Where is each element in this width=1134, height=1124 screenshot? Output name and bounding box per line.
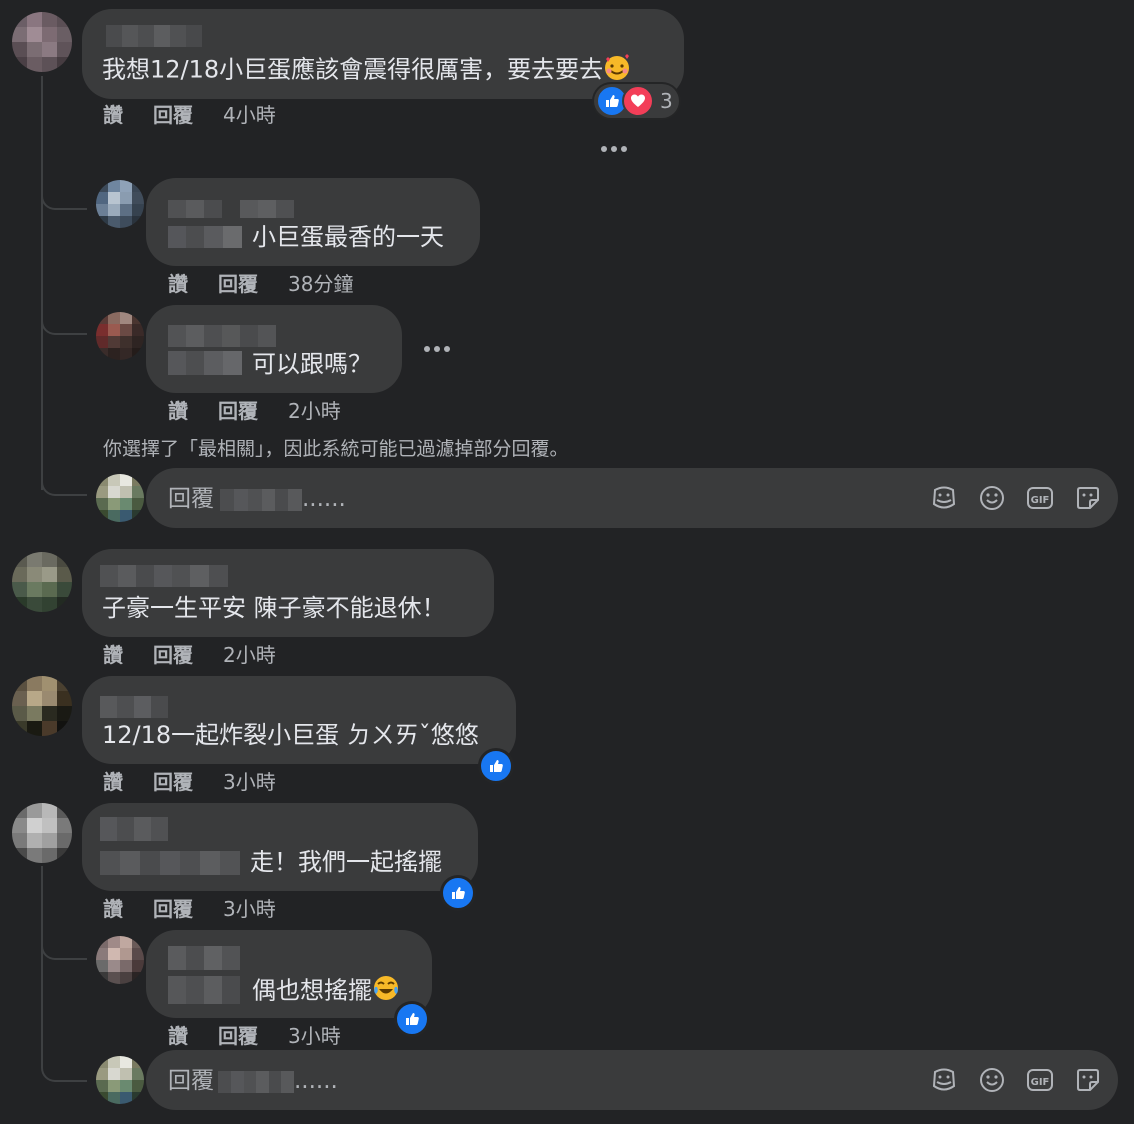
redacted-name [106,25,202,47]
more-options-icon[interactable] [601,146,627,152]
redacted-tag [168,976,240,1004]
reply-button[interactable]: 回覆 [153,643,193,667]
tears-of-joy-icon [372,974,400,1009]
thread-elbow [41,466,87,496]
avatar[interactable] [96,180,144,228]
comment-text: 我想12/18小巨蛋應該會震得很厲害，要去要去 [102,53,631,88]
love-reaction-icon [622,85,654,117]
reply-input[interactable]: 回覆 ...... GIF [146,468,1118,528]
redacted-name [168,200,294,218]
comment-bubble[interactable]: 小巨蛋最香的一天 [146,178,480,266]
like-button[interactable]: 讚 [168,399,188,423]
svg-text:GIF: GIF [1031,1077,1050,1088]
thread-elbow [41,930,87,960]
thread-elbow [41,1052,87,1082]
avatar[interactable] [12,12,72,72]
avatar [96,474,144,522]
thread-line [41,76,43,490]
gif-icon[interactable]: GIF [1026,484,1054,512]
comment-text: 可以跟嗎？ [252,350,372,378]
thread-elbow [41,305,87,335]
reply-tools: GIF [930,484,1102,512]
timestamp[interactable]: 4小時 [223,103,276,127]
avatar-sticker-icon[interactable] [930,484,958,512]
avatar[interactable] [12,552,72,612]
redacted-name [100,565,228,587]
comment-bubble[interactable]: 偶也想搖擺 [146,930,432,1018]
like-reaction-icon[interactable] [478,748,514,784]
redacted-tag [100,851,240,875]
sticker-icon[interactable] [1074,1066,1102,1094]
timestamp[interactable]: 3小時 [288,1024,341,1048]
comment-actions: 讚 回覆 3小時 [103,897,276,921]
avatar[interactable] [96,312,144,360]
comment-actions: 讚 回覆 2小時 [168,399,341,423]
comment-text: 12/18一起炸裂小巨蛋 ㄉㄨㄞˇ悠悠 [102,721,479,749]
like-reaction-icon[interactable] [440,875,476,911]
comment-text: 走！我們一起搖擺 [250,848,442,876]
thread-elbow [41,180,87,210]
comment-actions: 讚 回覆 4小時 [103,103,276,127]
reply-button[interactable]: 回覆 [153,103,193,127]
reply-placeholder: 回覆 ...... [168,1068,338,1094]
comment-actions: 讚 回覆 2小時 [103,643,276,667]
like-reaction-icon[interactable] [394,1001,430,1037]
more-options-icon[interactable] [424,346,450,352]
smiling-face-with-hearts-icon [603,53,631,88]
emoji-icon[interactable] [978,484,1006,512]
reply-button[interactable]: 回覆 [218,1024,258,1048]
avatar[interactable] [12,803,72,863]
redacted-name [218,1070,294,1093]
comment-text: 子豪一生平安 陳子豪不能退休！ [102,594,446,622]
avatar[interactable] [96,936,144,984]
like-button[interactable]: 讚 [103,643,123,667]
comment-text: 偶也想搖擺 [252,974,400,1009]
redacted-name [100,696,168,718]
like-button[interactable]: 讚 [103,770,123,794]
comment-actions: 讚 回覆 3小時 [168,1024,341,1048]
redacted-tag [168,351,242,375]
avatar[interactable] [12,676,72,736]
comment-actions: 讚 回覆 38分鐘 [168,272,353,296]
timestamp[interactable]: 38分鐘 [288,272,353,296]
redacted-name [168,325,276,347]
avatar [96,1056,144,1104]
reply-tools: GIF [930,1066,1102,1094]
like-button[interactable]: 讚 [168,272,188,296]
timestamp[interactable]: 2小時 [223,643,276,667]
timestamp[interactable]: 2小時 [288,399,341,423]
like-button[interactable]: 讚 [168,1024,188,1048]
comment-text: 小巨蛋最香的一天 [252,223,444,251]
reply-button[interactable]: 回覆 [153,897,193,921]
reply-button[interactable]: 回覆 [153,770,193,794]
comment-bubble[interactable]: 我想12/18小巨蛋應該會震得很厲害，要去要去 [82,9,684,99]
thread-line [41,866,43,1056]
emoji-icon[interactable] [978,1066,1006,1094]
reply-placeholder: 回覆 ...... [168,486,346,512]
comment-actions: 讚 回覆 3小時 [103,770,276,794]
timestamp[interactable]: 3小時 [223,770,276,794]
reply-button[interactable]: 回覆 [218,399,258,423]
avatar-sticker-icon[interactable] [930,1066,958,1094]
like-button[interactable]: 讚 [103,897,123,921]
sticker-icon[interactable] [1074,484,1102,512]
svg-text:GIF: GIF [1031,495,1050,506]
filter-notice: 你選擇了「最相關」，因此系統可能已過濾掉部分回覆。 [103,438,569,460]
reply-button[interactable]: 回覆 [218,272,258,296]
comment-bubble[interactable]: 12/18一起炸裂小巨蛋 ㄉㄨㄞˇ悠悠 [82,676,516,764]
comment-bubble[interactable]: 可以跟嗎？ [146,305,402,393]
redacted-name [168,946,240,970]
reaction-count: 3 [660,89,673,113]
redacted-name [100,817,168,841]
gif-icon[interactable]: GIF [1026,1066,1054,1094]
redacted-tag [168,226,242,248]
reactions-summary[interactable]: 3 [594,84,679,118]
comment-bubble[interactable]: 走！我們一起搖擺 [82,803,478,891]
timestamp[interactable]: 3小時 [223,897,276,921]
like-button[interactable]: 讚 [103,103,123,127]
redacted-name [220,488,302,511]
reply-input[interactable]: 回覆 ...... GIF [146,1050,1118,1110]
comment-bubble[interactable]: 子豪一生平安 陳子豪不能退休！ [82,549,494,637]
